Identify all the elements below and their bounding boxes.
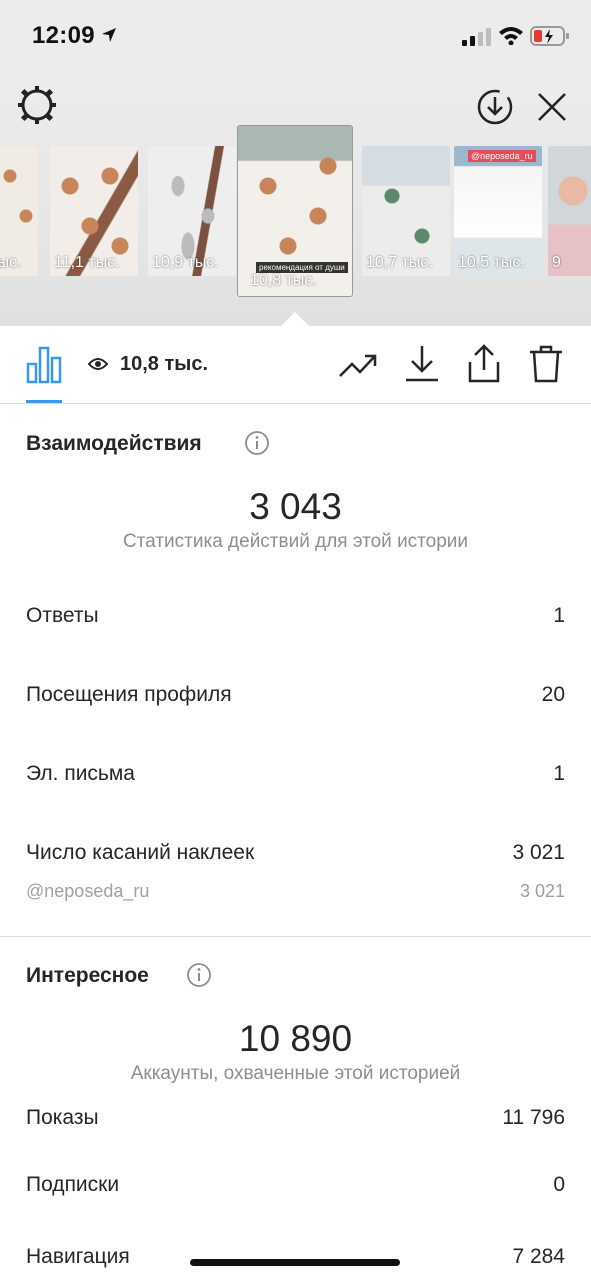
status-bar: 12:09 [0, 0, 591, 72]
story-handle-badge: @neposeda_ru [468, 150, 536, 162]
interactions-total: 3 043 [249, 486, 342, 527]
story-thumbnail[interactable]: 10,7 тыс. [362, 146, 450, 276]
discovery-total: 10 890 [238, 1018, 353, 1059]
location-arrow-icon [102, 28, 116, 42]
download-circle-icon[interactable] [476, 88, 514, 126]
story-view-count: 11,1 тыс. [54, 254, 120, 271]
stat-subrow: @neposeda_ru 3 021 [26, 881, 565, 911]
stat-label: @neposeda_ru [26, 881, 150, 901]
story-thumbnail-selected[interactable]: рекомендация от души 10,8 тыс. [238, 126, 352, 296]
share-icon[interactable] [464, 344, 504, 384]
stat-label: Посещения профиля [26, 683, 232, 706]
story-view-count: 13 тыс. [0, 254, 22, 271]
stat-label: Подписки [26, 1173, 120, 1196]
eye-icon [88, 358, 108, 370]
story-thumbnail[interactable]: 9 [548, 146, 591, 276]
story-view-count: 10,9 тыс. [152, 254, 219, 271]
info-icon[interactable] [186, 962, 212, 988]
download-icon[interactable] [402, 344, 442, 384]
discovery-subtitle: Аккаунты, охваченные этой историей [130, 1063, 461, 1084]
stat-row: Ответы 1 [26, 604, 565, 634]
discovery-title: Интересное [26, 964, 149, 987]
stat-value: 3 021 [512, 841, 565, 864]
insights-toolbar: 10,8 тыс. [0, 326, 591, 404]
story-view-count: 10,8 тыс. [250, 272, 317, 289]
story-thumbnail[interactable]: 11,1 тыс. [50, 146, 138, 276]
story-view-count: 9 [552, 254, 561, 271]
stat-label: Ответы [26, 604, 99, 627]
stat-value: 1 [553, 604, 565, 627]
stat-label: Число касаний наклеек [26, 841, 255, 864]
stat-value: 11 796 [502, 1106, 565, 1129]
stat-value: 1 [553, 762, 565, 785]
stat-row: Число касаний наклеек 3 021 [26, 841, 565, 871]
trending-icon[interactable] [338, 344, 378, 384]
close-icon[interactable] [536, 91, 568, 123]
wifi-icon [499, 27, 523, 45]
stat-value: 20 [541, 683, 565, 706]
interactions-title: Взаимодействия [26, 432, 202, 455]
stat-label: Навигация [26, 1245, 130, 1268]
story-thumbnail[interactable]: 10,9 тыс. [148, 146, 236, 276]
stat-value: 0 [553, 1173, 565, 1196]
stat-row: Показы 11 796 [26, 1106, 565, 1136]
views-count: 10,8 тыс. [120, 353, 209, 375]
active-tab-indicator [26, 400, 62, 403]
insights-chart-icon[interactable] [26, 346, 62, 384]
status-time: 12:09 [32, 22, 95, 49]
selected-story-pointer [281, 312, 309, 326]
home-indicator[interactable] [190, 1259, 400, 1266]
story-thumbnail[interactable]: 13 тыс. [0, 146, 38, 276]
stat-value: 7 284 [512, 1245, 565, 1268]
stat-row: Эл. письма 1 [26, 762, 565, 792]
interactions-subtitle: Статистика действий для этой истории [122, 531, 469, 552]
stat-row: Посещения профиля 20 [26, 683, 565, 713]
settings-icon[interactable] [18, 86, 56, 124]
story-thumbnail[interactable]: @neposeda_ru 10,5 тыс. [454, 146, 542, 276]
cellular-signal-icon [462, 28, 491, 46]
story-view-count: 10,5 тыс. [458, 254, 525, 271]
stat-label: Показы [26, 1106, 99, 1129]
stat-row: Подписки 0 [26, 1173, 565, 1203]
battery-icon [530, 26, 569, 46]
section-divider [0, 936, 591, 937]
info-icon[interactable] [244, 430, 270, 456]
story-view-count: 10,7 тыс. [366, 254, 433, 271]
stat-label: Эл. письма [26, 762, 135, 785]
stat-value: 3 021 [519, 881, 565, 901]
trash-icon[interactable] [526, 344, 566, 384]
